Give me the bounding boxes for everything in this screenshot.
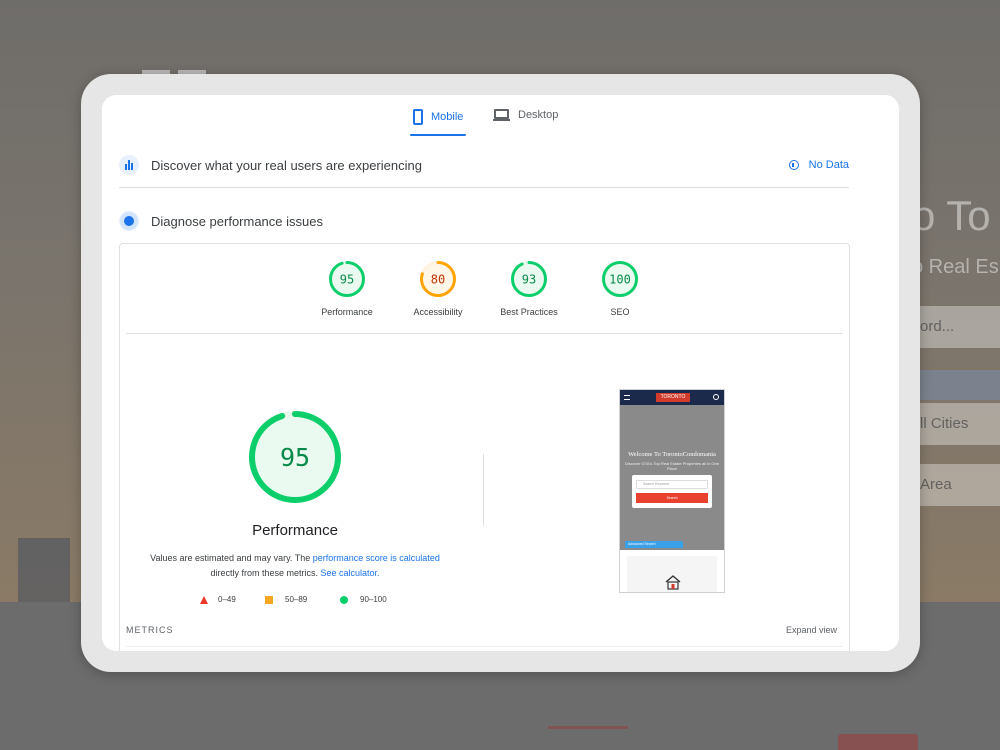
- legend-fail: 0–49: [200, 595, 236, 604]
- square-icon: [265, 595, 273, 604]
- thumb-heading: Welcome To TorontoCondomania: [628, 451, 716, 458]
- performance-big-score: 95: [280, 443, 310, 472]
- lab-data-section: Diagnose performance issues: [119, 205, 849, 237]
- no-data-label: No Data: [808, 159, 849, 171]
- performance-big-gauge: 95: [249, 411, 341, 503]
- background-hero-subtitle: o Real Es: [912, 256, 999, 278]
- report-card: 95 Performance 80 Accessibility 93 Best …: [119, 243, 850, 651]
- users-icon: [119, 155, 139, 175]
- tab-desktop[interactable]: Desktop: [493, 109, 558, 121]
- gauge-best-practices-label: Best Practices: [500, 307, 558, 317]
- gauge-performance[interactable]: 95 Performance: [302, 260, 392, 317]
- expand-view-button[interactable]: Expand view: [786, 625, 837, 635]
- background-bar: [912, 370, 1000, 400]
- see-calculator-link[interactable]: See calculator.: [320, 568, 379, 578]
- tab-mobile[interactable]: Mobile: [413, 109, 463, 125]
- score-gauges: 95 Performance 80 Accessibility 93 Best …: [120, 244, 849, 334]
- gauge-performance-ring: 95: [329, 261, 365, 297]
- legend-fail-label: 0–49: [218, 595, 236, 604]
- thumb-search-button: Search: [636, 493, 708, 503]
- section-divider: [119, 187, 849, 188]
- thumb-subheading: Discover GTA's Top Real Estate Propertie…: [625, 461, 719, 471]
- background-search-field: ord...: [912, 306, 1000, 348]
- tab-desktop-label: Desktop: [518, 109, 559, 121]
- metrics-divider: [126, 646, 843, 647]
- lab-data-title: Diagnose performance issues: [151, 213, 323, 229]
- info-icon: [788, 160, 799, 170]
- user-icon: [713, 394, 719, 400]
- legend-pass: 90–100: [340, 595, 387, 604]
- desc-text-1: Values are estimated and may vary. The: [150, 553, 313, 563]
- field-data-section: Discover what your real users are experi…: [119, 149, 849, 181]
- score-legend: 0–49 50–89 90–100: [200, 595, 440, 607]
- laptop-icon: [493, 109, 510, 121]
- gauge-accessibility-ring: 80: [420, 261, 456, 297]
- gauge-best-practices-ring: 93: [511, 261, 547, 297]
- background-rent-sign: [838, 734, 918, 750]
- gauge-performance-label: Performance: [321, 307, 373, 317]
- legend-pass-label: 90–100: [360, 595, 387, 604]
- circle-icon: [340, 595, 348, 604]
- performance-description: Values are estimated and may vary. The p…: [140, 551, 450, 581]
- tab-mobile-label: Mobile: [431, 111, 464, 123]
- vertical-divider: [483, 454, 484, 526]
- field-data-title: Discover what your real users are experi…: [151, 157, 422, 173]
- no-data-link[interactable]: No Data: [788, 159, 849, 171]
- desc-text-2: directly from these metrics.: [210, 568, 321, 578]
- performance-score-link[interactable]: performance score is calculated: [313, 553, 440, 563]
- thumb-logo: TORONTO: [656, 393, 690, 402]
- background-building-image: [18, 538, 70, 602]
- gauge-accessibility-label: Accessibility: [413, 307, 463, 317]
- pagespeed-report: Mobile Desktop Discover what your real u…: [102, 95, 899, 651]
- gauge-seo[interactable]: 100 SEO: [575, 260, 665, 317]
- gauge-performance-score: 95: [340, 273, 354, 287]
- triangle-icon: [200, 595, 208, 604]
- gauge-accessibility[interactable]: 80 Accessibility: [393, 260, 483, 317]
- tablet-frame: Mobile Desktop Discover what your real u…: [81, 74, 920, 672]
- thumb-search-box: Search Keyword Search: [632, 475, 712, 508]
- metrics-heading: METRICS: [126, 625, 174, 635]
- house-icon: [665, 575, 681, 590]
- thumb-search-input: Search Keyword: [636, 480, 708, 489]
- performance-heading: Performance: [252, 522, 338, 539]
- background-house-icon: [548, 726, 628, 750]
- gauge-best-practices[interactable]: 93 Best Practices: [484, 260, 574, 317]
- thumb-navbar: TORONTO: [620, 390, 724, 405]
- device-tabs: Mobile Desktop: [102, 95, 899, 139]
- legend-average-label: 50–89: [285, 595, 308, 604]
- background-area-select: Area: [912, 464, 1000, 506]
- gauge-seo-ring: 100: [602, 261, 638, 297]
- background-hero-title: o To: [912, 192, 991, 239]
- legend-average: 50–89: [265, 595, 307, 604]
- active-tab-indicator: [410, 134, 466, 136]
- diagnose-icon: [119, 211, 139, 231]
- page-screenshot-thumbnail[interactable]: TORONTO Welcome To TorontoCondomania Dis…: [619, 389, 725, 593]
- thumb-advanced-search: Advanced Search: [625, 541, 683, 548]
- gauge-best-practices-score: 93: [522, 273, 536, 287]
- gauge-accessibility-score: 80: [431, 273, 445, 287]
- card-divider: [126, 333, 843, 334]
- background-city-select: ll Cities: [912, 403, 1000, 445]
- thumb-hero: Welcome To TorontoCondomania Discover GT…: [620, 405, 724, 550]
- gauge-seo-label: SEO: [610, 307, 630, 317]
- menu-icon: [624, 395, 630, 400]
- smartphone-icon: [413, 109, 423, 125]
- gauge-seo-score: 100: [609, 273, 631, 287]
